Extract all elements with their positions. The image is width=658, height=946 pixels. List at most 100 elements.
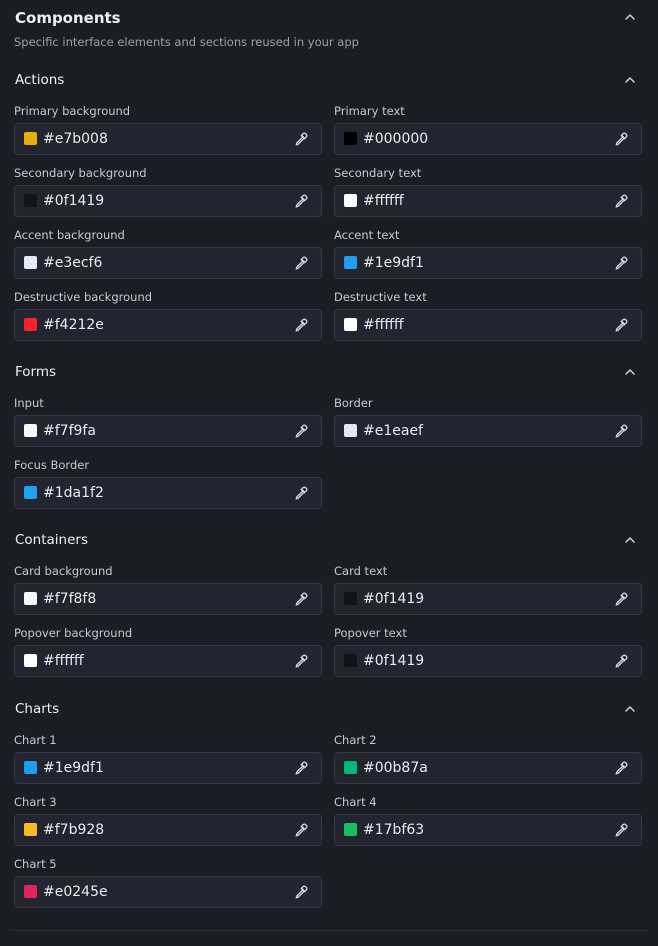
color-value[interactable]: #ffffff [363, 193, 404, 209]
color-input[interactable]: #ffffff [334, 185, 642, 217]
eyedropper-icon[interactable] [613, 591, 629, 607]
page-description: Specific interface elements and sections… [14, 35, 359, 49]
field-label: Accent background [14, 228, 125, 242]
color-input[interactable]: #0f1419 [14, 185, 322, 217]
section-title[interactable]: Forms [15, 363, 56, 381]
color-value[interactable]: #1e9df1 [363, 255, 424, 271]
color-swatch[interactable] [344, 424, 357, 437]
eyedropper-icon[interactable] [613, 653, 629, 669]
eyedropper-icon[interactable] [613, 822, 629, 838]
color-value[interactable]: #f7b928 [43, 822, 104, 838]
color-swatch[interactable] [344, 256, 357, 269]
color-swatch[interactable] [344, 654, 357, 667]
eyedropper-icon[interactable] [293, 485, 309, 501]
field-label: Popover background [14, 626, 133, 640]
color-input[interactable]: #ffffff [334, 309, 642, 341]
color-input[interactable]: #f7f8f8 [14, 583, 322, 615]
field-label: Secondary background [14, 166, 147, 180]
field-label: Card background [14, 564, 113, 578]
color-input[interactable]: #f7b928 [14, 814, 322, 846]
color-value[interactable]: #ffffff [363, 317, 404, 333]
color-value[interactable]: #e1eaef [363, 423, 423, 439]
color-value[interactable]: #e0245e [43, 884, 108, 900]
color-value[interactable]: #17bf63 [363, 822, 424, 838]
color-value[interactable]: #1e9df1 [43, 760, 104, 776]
field-label: Popover text [334, 626, 407, 640]
eyedropper-icon[interactable] [293, 423, 309, 439]
field-label: Chart 1 [14, 733, 57, 747]
eyedropper-icon[interactable] [293, 822, 309, 838]
color-value[interactable]: #e3ecf6 [43, 255, 102, 271]
color-swatch[interactable] [344, 761, 357, 774]
eyedropper-icon[interactable] [293, 760, 309, 776]
color-value[interactable]: #1da1f2 [43, 485, 104, 501]
eyedropper-icon[interactable] [293, 255, 309, 271]
color-input[interactable]: #1da1f2 [14, 477, 322, 509]
color-swatch[interactable] [24, 885, 37, 898]
chevron-up-icon[interactable] [623, 702, 637, 716]
color-value[interactable]: #0f1419 [43, 193, 104, 209]
color-value[interactable]: #0f1419 [363, 653, 424, 669]
color-value[interactable]: #0f1419 [363, 591, 424, 607]
chevron-up-icon[interactable] [623, 10, 637, 24]
field-label: Border [334, 396, 373, 410]
color-input[interactable]: #f7f9fa [14, 415, 322, 447]
color-input[interactable]: #00b87a [334, 752, 642, 784]
color-value[interactable]: #f7f8f8 [43, 591, 96, 607]
color-input[interactable]: #e0245e [14, 876, 322, 908]
color-swatch[interactable] [24, 654, 37, 667]
color-swatch[interactable] [24, 592, 37, 605]
color-swatch[interactable] [24, 318, 37, 331]
color-swatch[interactable] [344, 823, 357, 836]
color-value[interactable]: #000000 [363, 131, 428, 147]
color-value[interactable]: #f7f9fa [43, 423, 96, 439]
color-input[interactable]: #e1eaef [334, 415, 642, 447]
color-swatch[interactable] [24, 761, 37, 774]
eyedropper-icon[interactable] [613, 255, 629, 271]
eyedropper-icon[interactable] [293, 884, 309, 900]
color-value[interactable]: #e7b008 [43, 131, 108, 147]
color-swatch[interactable] [24, 486, 37, 499]
section-title[interactable]: Charts [15, 700, 59, 718]
section-title[interactable]: Containers [15, 531, 88, 549]
color-value[interactable]: #ffffff [43, 653, 84, 669]
color-swatch[interactable] [24, 424, 37, 437]
color-input[interactable]: #ffffff [14, 645, 322, 677]
color-input[interactable]: #0f1419 [334, 583, 642, 615]
eyedropper-icon[interactable] [293, 591, 309, 607]
eyedropper-icon[interactable] [613, 317, 629, 333]
color-swatch[interactable] [24, 132, 37, 145]
color-input[interactable]: #17bf63 [334, 814, 642, 846]
color-input[interactable]: #0f1419 [334, 645, 642, 677]
color-input[interactable]: #1e9df1 [334, 247, 642, 279]
chevron-up-icon[interactable] [623, 533, 637, 547]
field-label: Destructive text [334, 290, 427, 304]
chevron-up-icon[interactable] [623, 73, 637, 87]
color-swatch[interactable] [24, 823, 37, 836]
eyedropper-icon[interactable] [613, 193, 629, 209]
eyedropper-icon[interactable] [293, 653, 309, 669]
eyedropper-icon[interactable] [293, 131, 309, 147]
field-label: Chart 4 [334, 795, 377, 809]
color-swatch[interactable] [344, 194, 357, 207]
eyedropper-icon[interactable] [613, 423, 629, 439]
color-input[interactable]: #e7b008 [14, 123, 322, 155]
section-title[interactable]: Actions [15, 71, 64, 89]
color-value[interactable]: #f4212e [43, 317, 104, 333]
color-swatch[interactable] [24, 256, 37, 269]
field-label: Focus Border [14, 458, 90, 472]
color-swatch[interactable] [344, 592, 357, 605]
color-value[interactable]: #00b87a [363, 760, 428, 776]
eyedropper-icon[interactable] [293, 193, 309, 209]
color-input[interactable]: #1e9df1 [14, 752, 322, 784]
color-swatch[interactable] [24, 194, 37, 207]
color-swatch[interactable] [344, 318, 357, 331]
color-input[interactable]: #e3ecf6 [14, 247, 322, 279]
chevron-up-icon[interactable] [623, 365, 637, 379]
color-input[interactable]: #000000 [334, 123, 642, 155]
eyedropper-icon[interactable] [293, 317, 309, 333]
color-swatch[interactable] [344, 132, 357, 145]
color-input[interactable]: #f4212e [14, 309, 322, 341]
eyedropper-icon[interactable] [613, 760, 629, 776]
eyedropper-icon[interactable] [613, 131, 629, 147]
